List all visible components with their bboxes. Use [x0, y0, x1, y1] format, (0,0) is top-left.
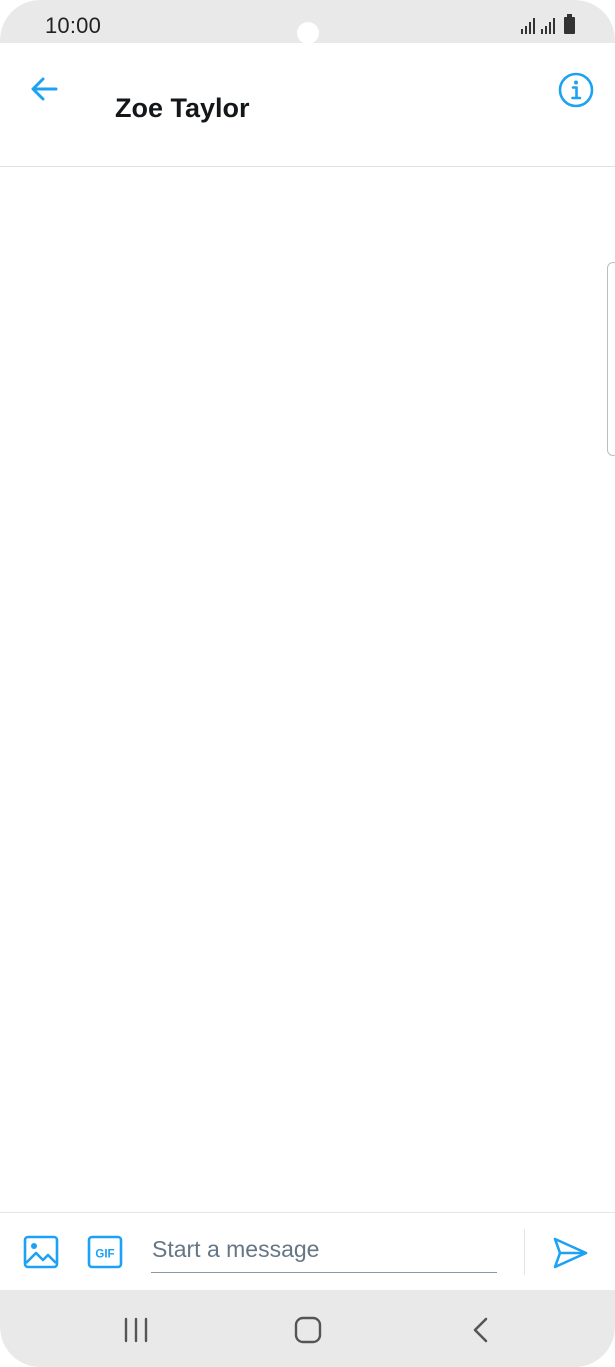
status-time: 10:00: [45, 13, 102, 38]
back-icon: [473, 1317, 488, 1343]
add-gif-button[interactable]: GIF: [86, 1233, 124, 1271]
info-icon: [558, 72, 594, 108]
signal-icon: [541, 16, 555, 34]
status-bar: 10:00: [0, 0, 615, 44]
system-navigation-bar: [0, 1290, 615, 1367]
gif-label: GIF: [95, 1249, 114, 1261]
add-media-button[interactable]: [22, 1233, 60, 1271]
system-back-button[interactable]: [464, 1312, 498, 1348]
gif-icon: GIF: [87, 1235, 123, 1269]
back-button[interactable]: [26, 71, 64, 109]
arrow-left-icon: [31, 77, 58, 101]
contact-name: Zoe Taylor: [115, 93, 250, 123]
front-camera: [297, 22, 319, 44]
conversation-info-button[interactable]: [556, 70, 596, 110]
phone-screen: 10:00 Zoe Taylor GIF Start a message: [0, 0, 615, 1367]
battery-icon: [564, 14, 575, 34]
recent-apps-button[interactable]: [120, 1316, 152, 1344]
recent-apps-icon: [124, 1317, 148, 1343]
home-button[interactable]: [290, 1312, 326, 1348]
message-list[interactable]: [0, 167, 615, 1212]
composer-divider: [524, 1229, 525, 1275]
send-icon: [553, 1237, 588, 1269]
status-icons: [521, 14, 575, 34]
image-icon: [23, 1235, 59, 1269]
scrollbar-handle[interactable]: [607, 262, 615, 456]
home-icon: [294, 1316, 322, 1344]
message-input[interactable]: [151, 1227, 497, 1273]
conversation-header: Zoe Taylor: [0, 43, 615, 167]
message-composer: GIF: [0, 1212, 615, 1290]
signal-icon: [521, 16, 535, 34]
send-button[interactable]: [550, 1233, 590, 1273]
